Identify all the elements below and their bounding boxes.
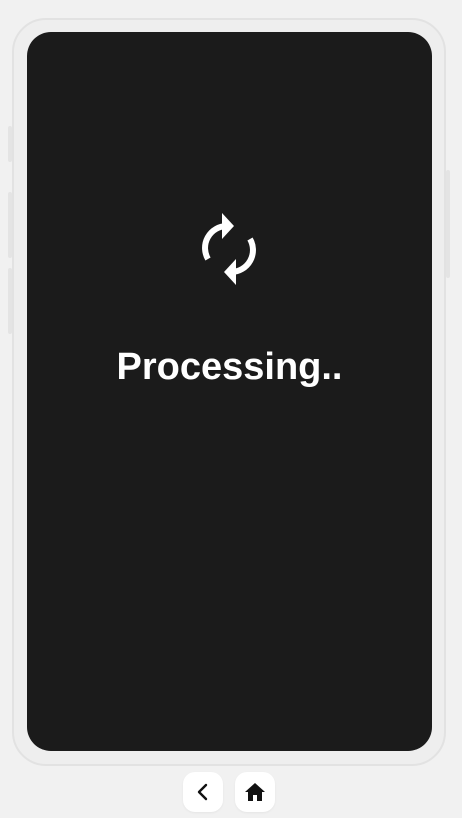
sync-icon bbox=[198, 211, 260, 287]
processing-status-text: Processing.. bbox=[116, 346, 343, 388]
home-icon bbox=[244, 782, 266, 802]
emulator-stage: Processing.. bbox=[0, 0, 462, 818]
phone-screen: Processing.. bbox=[27, 32, 432, 751]
back-button[interactable] bbox=[183, 772, 223, 812]
chevron-left-icon bbox=[196, 783, 210, 801]
power-button bbox=[446, 170, 450, 278]
home-button[interactable] bbox=[235, 772, 275, 812]
